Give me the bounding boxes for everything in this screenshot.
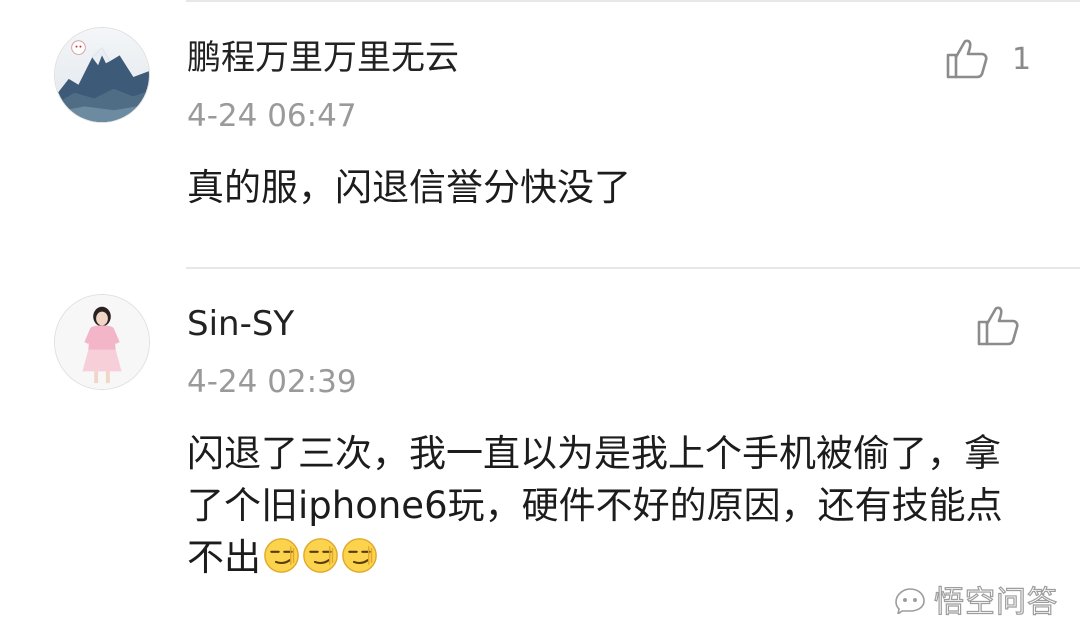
watermark-text: 悟空问答 xyxy=(933,584,1058,620)
timestamp: 4-24 06:47 xyxy=(187,98,357,134)
like-count: 1 xyxy=(1012,42,1032,77)
mountain-avatar-icon xyxy=(55,28,149,122)
username[interactable]: 鹏程万里万里无云 xyxy=(187,38,459,78)
comment-item: 鹏程万里万里无云 4-24 06:47 真的服，闪退信誉分快没了 1 xyxy=(0,0,1080,269)
smirk-emoji-icon xyxy=(264,538,299,573)
like-button[interactable] xyxy=(975,302,1021,348)
girl-avatar-icon xyxy=(55,295,149,389)
smirk-emoji-icon xyxy=(303,538,338,573)
user-avatar[interactable] xyxy=(54,294,150,390)
emoji-group xyxy=(261,536,378,588)
comment-text: 闪退了三次，我一直以为是我上个手机被偷了，拿了个旧iphone6玩，硬件不好的原… xyxy=(187,428,1017,588)
smirk-emoji-icon xyxy=(342,538,377,573)
username[interactable]: Sin-SY xyxy=(187,304,294,344)
wukong-logo-icon xyxy=(895,588,925,614)
like-button[interactable] xyxy=(944,35,990,81)
user-avatar[interactable] xyxy=(54,27,150,123)
wukong-watermark: 悟空问答 xyxy=(892,577,1058,621)
thumbs-up-icon xyxy=(977,306,1019,346)
timestamp: 4-24 02:39 xyxy=(187,364,357,400)
comment-text: 真的服，闪退信誉分快没了 xyxy=(187,166,631,209)
thumbs-up-icon xyxy=(946,39,988,79)
